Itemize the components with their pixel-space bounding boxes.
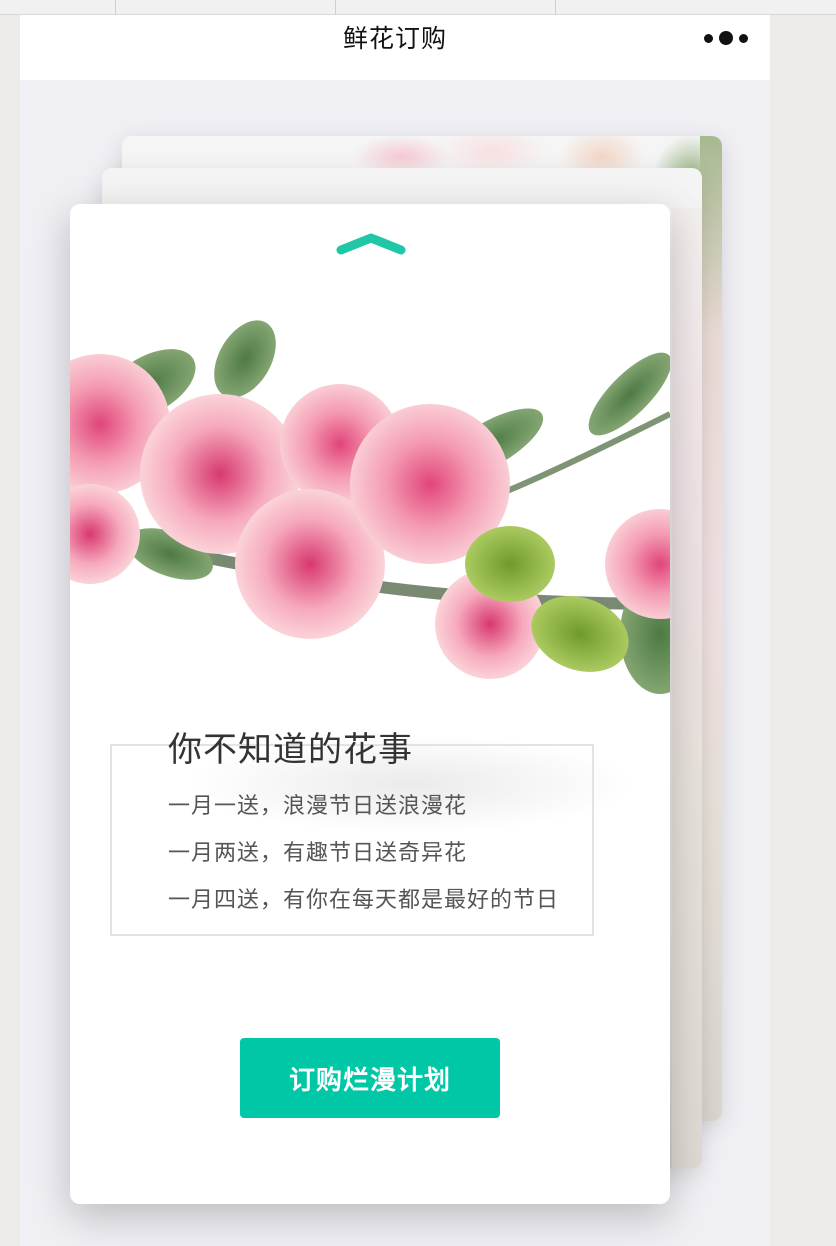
plan-line-monthly-twice: 一月两送，有趣节日送奇异花 [168, 841, 468, 866]
more-dots-icon[interactable] [704, 31, 748, 45]
navigation-bar: 鲜花订购 [20, 15, 770, 80]
flower-photo-edge [700, 136, 722, 1121]
flower-photo-edge [672, 208, 702, 1168]
phone-screen: 鲜花订购 你不知道的花事 一月一送，浪漫节日送浪漫花 一月两送，有趣节日送奇异花… [20, 15, 770, 1246]
flower-photo [70, 320, 670, 694]
order-plan-button[interactable]: 订购烂漫计划 [240, 1038, 500, 1118]
page-title: 鲜花订购 [342, 24, 447, 53]
plan-line-monthly-once: 一月一送，浪漫节日送浪漫花 [168, 794, 468, 819]
tab-separator [115, 0, 116, 15]
card-title: 你不知道的花事 [168, 730, 413, 770]
tab-separator [335, 0, 336, 15]
tab-separator [555, 0, 556, 15]
chevron-up-icon[interactable] [335, 230, 407, 256]
plan-card[interactable]: 你不知道的花事 一月一送，浪漫节日送浪漫花 一月两送，有趣节日送奇异花 一月四送… [70, 204, 670, 1204]
browser-tab-strip [0, 0, 836, 15]
plan-line-monthly-four: 一月四送，有你在每天都是最好的节日 [168, 888, 560, 913]
